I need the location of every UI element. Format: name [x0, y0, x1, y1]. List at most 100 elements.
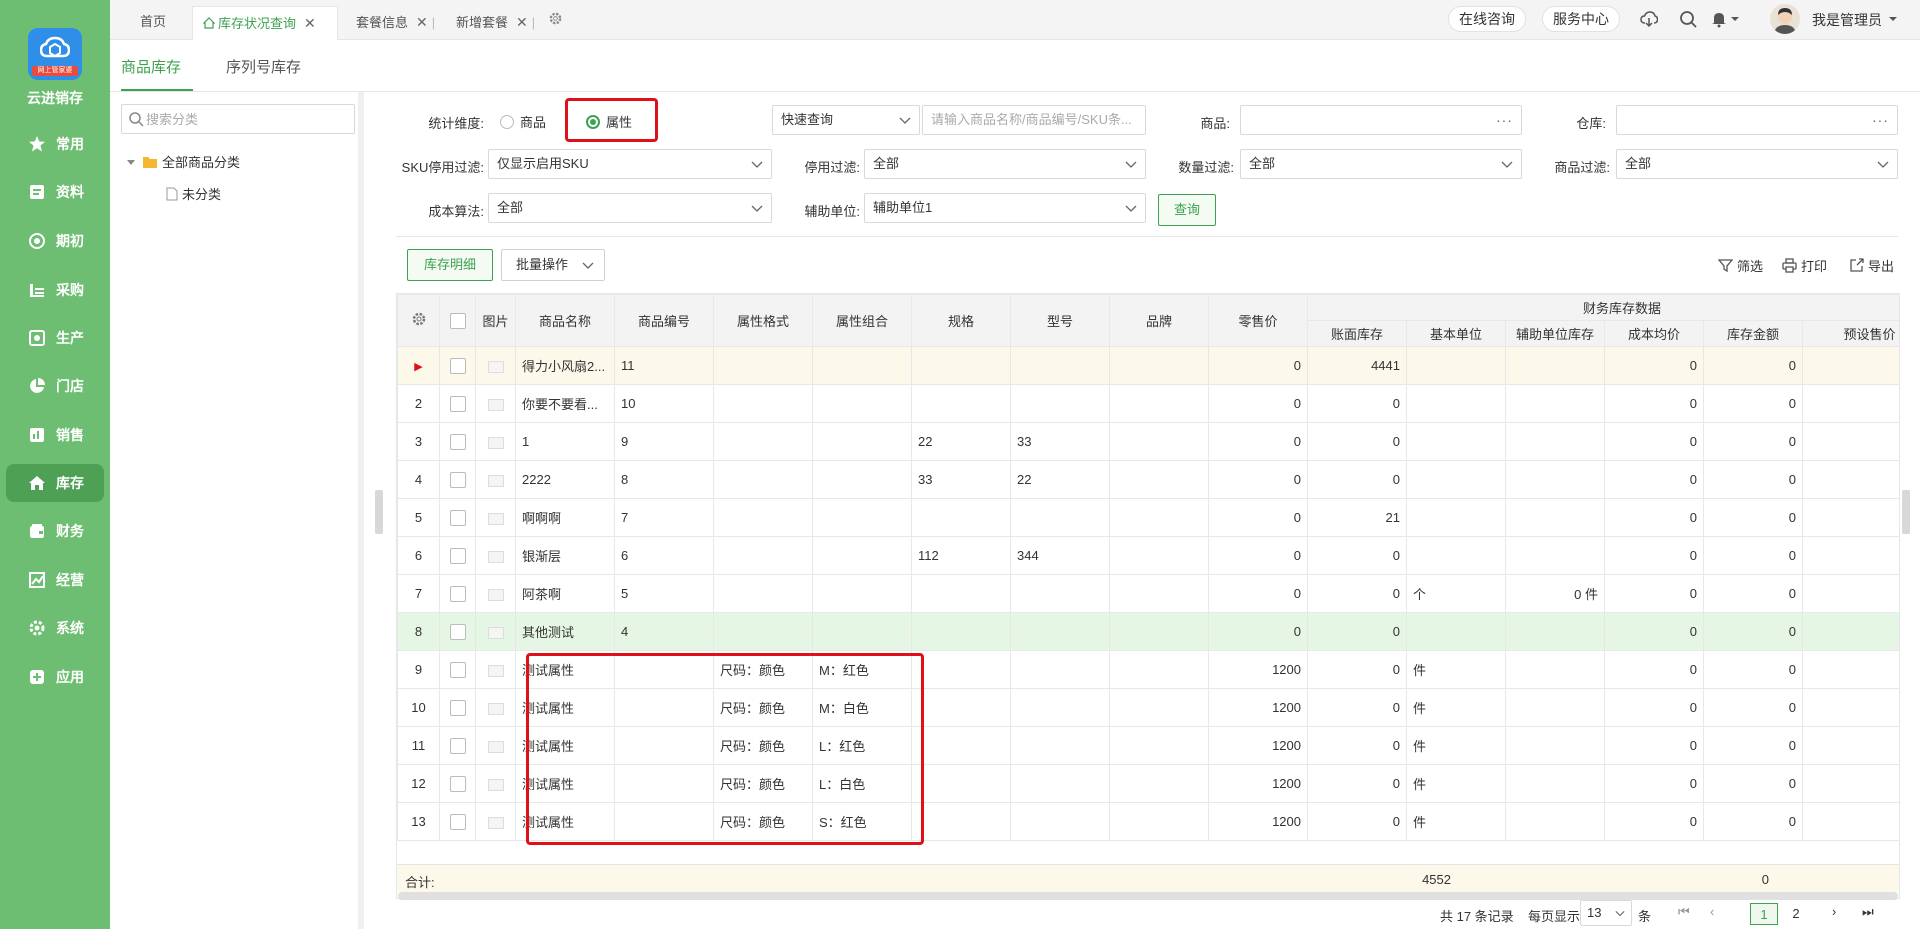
- row-select-cell[interactable]: [439, 460, 476, 499]
- warehouse-picker[interactable]: ···: [1616, 105, 1898, 135]
- last-page-button[interactable]: ⏭: [1862, 904, 1874, 920]
- product-picker[interactable]: ···: [1240, 105, 1522, 135]
- stop-filter-select[interactable]: 全部: [864, 149, 1146, 179]
- row-image-cell[interactable]: [475, 802, 516, 841]
- col-header[interactable]: 商品名称: [515, 294, 615, 347]
- col-header[interactable]: 品牌: [1109, 294, 1209, 347]
- row-checkbox[interactable]: [449, 813, 466, 830]
- row-select-cell[interactable]: [439, 612, 476, 651]
- app-logo[interactable]: 网上管家婆: [28, 28, 82, 80]
- col-header[interactable]: 属性组合: [812, 294, 912, 347]
- row-select-cell[interactable]: [439, 384, 476, 423]
- tab-new-package[interactable]: 新增套餐 ✕ |: [446, 6, 545, 40]
- tree-node-uncategorized[interactable]: 未分类: [166, 184, 221, 203]
- close-icon[interactable]: ✕: [416, 14, 428, 30]
- col-header[interactable]: 规格: [911, 294, 1011, 347]
- row-image-cell[interactable]: [475, 688, 516, 727]
- row-image-cell[interactable]: [475, 726, 516, 765]
- avatar[interactable]: [1770, 4, 1800, 34]
- table-row[interactable]: 4 2222 8 33 22 0 0 0 0: [397, 460, 1899, 499]
- tab-inventory-query[interactable]: 库存状况查询 ✕: [192, 6, 338, 40]
- batch-operation-button[interactable]: 批量操作: [501, 249, 605, 281]
- row-image-cell[interactable]: [475, 498, 516, 537]
- chevron-down-icon[interactable]: [1730, 10, 1740, 28]
- subtab-serial-stock[interactable]: 序列号库存: [226, 56, 301, 77]
- row-select-cell[interactable]: [439, 536, 476, 575]
- col-header[interactable]: 属性格式: [713, 294, 813, 347]
- row-image-cell[interactable]: [475, 346, 516, 385]
- service-center-button[interactable]: 服务中心: [1542, 6, 1620, 32]
- print-button[interactable]: 打印: [1782, 256, 1827, 275]
- row-checkbox[interactable]: [449, 509, 466, 526]
- row-image-cell[interactable]: [475, 574, 516, 613]
- caret-down-icon[interactable]: [126, 157, 136, 167]
- user-name[interactable]: 我是管理员: [1812, 10, 1882, 30]
- prev-page-button[interactable]: ‹: [1710, 904, 1714, 919]
- nav-item-system[interactable]: 系统: [6, 609, 104, 647]
- filter-button[interactable]: 筛选: [1718, 256, 1763, 275]
- row-checkbox[interactable]: [449, 585, 466, 602]
- row-image-cell[interactable]: [475, 764, 516, 803]
- sku-filter-select[interactable]: 仅显示启用SKU: [488, 149, 772, 179]
- tree-scrollbar[interactable]: [358, 92, 364, 929]
- nav-item-production[interactable]: 生产: [6, 319, 104, 357]
- row-select-cell[interactable]: [439, 688, 476, 727]
- search-icon[interactable]: [1679, 10, 1697, 28]
- table-row[interactable]: 8 其他测试 4 0 0 0 0: [397, 612, 1899, 651]
- row-checkbox[interactable]: [449, 395, 466, 412]
- collapse-right-handle[interactable]: [1902, 490, 1910, 534]
- row-select-cell[interactable]: [439, 764, 476, 803]
- row-image-cell[interactable]: [475, 650, 516, 689]
- row-checkbox[interactable]: [449, 547, 466, 564]
- row-checkbox[interactable]: [449, 737, 466, 754]
- tree-node-all[interactable]: 全部商品分类: [126, 152, 240, 171]
- row-select-cell[interactable]: [439, 726, 476, 765]
- subtab-product-stock[interactable]: 商品库存: [121, 56, 181, 77]
- dimension-radio-product[interactable]: 商品: [500, 112, 546, 131]
- page-button[interactable]: 2: [1782, 903, 1810, 925]
- category-search-input[interactable]: [146, 105, 346, 133]
- row-select-cell[interactable]: [439, 498, 476, 537]
- row-select-cell[interactable]: [439, 422, 476, 461]
- tab-home[interactable]: 首页: [130, 6, 176, 40]
- nav-item-data[interactable]: 资料: [6, 173, 104, 211]
- col-header[interactable]: 基本单位: [1406, 320, 1506, 347]
- chevron-down-icon[interactable]: [1888, 10, 1898, 28]
- nav-item-finance[interactable]: 财务: [6, 512, 104, 550]
- nav-item-store[interactable]: 门店: [6, 367, 104, 405]
- row-select-cell[interactable]: [439, 574, 476, 613]
- col-header[interactable]: 账面库存: [1307, 320, 1407, 347]
- row-checkbox[interactable]: [449, 775, 466, 792]
- row-image-cell[interactable]: [475, 536, 516, 575]
- horizontal-scrollbar[interactable]: [398, 892, 1898, 900]
- goods-filter-select[interactable]: 全部: [1616, 149, 1898, 179]
- col-header[interactable]: 型号: [1010, 294, 1110, 347]
- col-header[interactable]: 辅助单位库存: [1505, 320, 1605, 347]
- tab-settings-icon[interactable]: [548, 11, 563, 26]
- per-page-select[interactable]: 13: [1580, 900, 1632, 926]
- row-checkbox[interactable]: [449, 699, 466, 716]
- collapse-left-handle[interactable]: [375, 490, 383, 534]
- nav-item-common[interactable]: 常用: [6, 125, 104, 163]
- aux-unit-select[interactable]: 辅助单位1: [864, 193, 1146, 223]
- row-select-cell[interactable]: [439, 346, 476, 385]
- table-row[interactable]: ▶ 得力小风扇2... 11 0 4441 0 0: [397, 346, 1899, 385]
- row-image-cell[interactable]: [475, 460, 516, 499]
- col-header[interactable]: 零售价: [1208, 294, 1308, 347]
- nav-item-apps[interactable]: 应用: [6, 658, 104, 696]
- table-row[interactable]: 3 1 9 22 33 0 0 0 0: [397, 422, 1899, 461]
- col-header[interactable]: 商品编号: [614, 294, 714, 347]
- more-icon[interactable]: ···: [1496, 106, 1513, 134]
- select-all-cell[interactable]: [439, 294, 476, 347]
- row-checkbox[interactable]: [449, 471, 466, 488]
- col-header[interactable]: 预设售价: [1801, 320, 1899, 347]
- qty-filter-select[interactable]: 全部: [1240, 149, 1522, 179]
- row-image-cell[interactable]: [475, 422, 516, 461]
- stock-detail-button[interactable]: 库存明细: [407, 249, 493, 281]
- row-checkbox[interactable]: [449, 433, 466, 450]
- col-header[interactable]: 库存金额: [1703, 320, 1803, 347]
- tab-package-info[interactable]: 套餐信息 ✕ |: [346, 6, 445, 40]
- grid-settings-cell[interactable]: [397, 294, 440, 347]
- more-icon[interactable]: ···: [1872, 106, 1889, 134]
- row-checkbox[interactable]: [449, 357, 466, 374]
